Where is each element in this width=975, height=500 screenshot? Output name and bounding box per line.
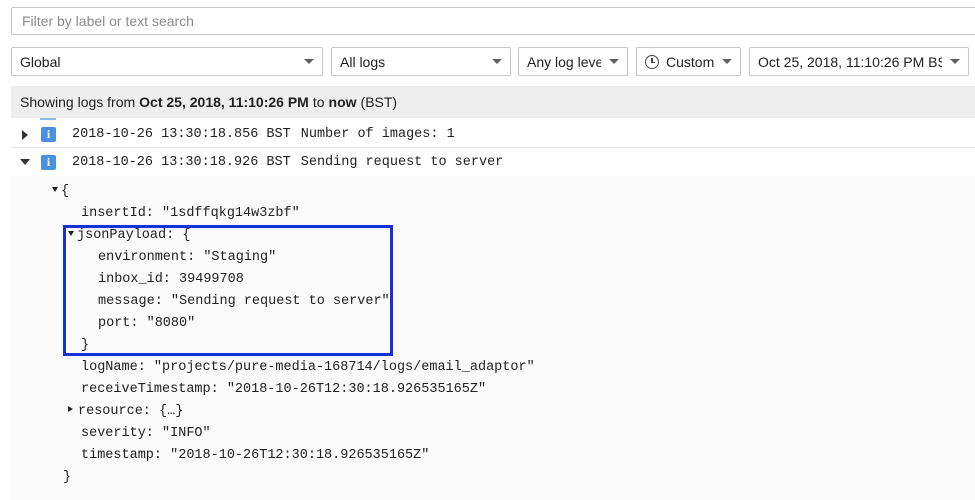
- log-timestamp: 2018-10-26 13:30:18.926 BST: [72, 154, 291, 170]
- log-timestamp: 2018-10-26 13:30:18.856 BST: [72, 127, 291, 142]
- time-range-banner: Showing logs from Oct 25, 2018, 11:10:26…: [11, 86, 975, 118]
- clock-icon: [645, 54, 659, 69]
- time-mode-dropdown-label: Custom: [666, 53, 714, 70]
- log-level-dropdown[interactable]: Any log level: [518, 47, 628, 76]
- resource-dropdown[interactable]: Global: [11, 47, 323, 76]
- chevron-down-icon: [20, 159, 30, 165]
- banner-from: Oct 25, 2018, 11:10:26 PM: [139, 94, 309, 110]
- resource-toggle[interactable]: resource: {…}: [68, 402, 183, 422]
- chevron-down-icon: [304, 59, 314, 64]
- field-environment: environment: "Staging": [98, 250, 277, 265]
- expand-toggle[interactable]: [11, 129, 39, 140]
- logs-dropdown-label: All logs: [340, 53, 386, 70]
- field-port: port: "8080": [98, 316, 196, 331]
- banner-prefix: Showing logs from: [20, 94, 136, 110]
- field-insert-id: insertId: "1sdffqkg14w3zbf": [81, 206, 300, 221]
- resource-dropdown-label: Global: [20, 53, 61, 70]
- scroll-indicator: [40, 118, 56, 120]
- collapse-icon: [68, 230, 74, 236]
- log-message: Number of images: 1: [300, 127, 455, 142]
- time-mode-dropdown[interactable]: Custom: [636, 47, 741, 76]
- json-payload-toggle[interactable]: jsonPayload: {: [68, 226, 190, 246]
- log-message: Sending request to server: [300, 154, 504, 170]
- chevron-right-icon: [22, 129, 28, 140]
- field-log-name: logName: "projects/pure-media-168714/log…: [81, 360, 535, 375]
- chevron-down-icon: [609, 59, 619, 64]
- chevron-down-icon: [492, 59, 502, 64]
- expand-icon: [68, 406, 73, 413]
- info-severity-icon: i: [41, 154, 56, 170]
- collapse-toggle[interactable]: [11, 159, 39, 165]
- time-value-dropdown-label: Oct 25, 2018, 11:10:26 PM BST: [758, 53, 942, 70]
- banner-suffix: (BST): [360, 94, 398, 110]
- field-timestamp: timestamp: "2018-10-26T12:30:18.92653516…: [81, 448, 430, 463]
- log-entry[interactable]: i 2018-10-26 13:30:18.856 BST Number of …: [11, 122, 975, 148]
- collapse-icon: [52, 186, 58, 192]
- json-payload-close: }: [81, 338, 90, 353]
- search-input[interactable]: [11, 7, 975, 35]
- logs-dropdown[interactable]: All logs: [331, 47, 511, 76]
- payload-root-close: }: [63, 470, 72, 485]
- banner-middle: to: [312, 94, 325, 110]
- chevron-down-icon: [722, 59, 732, 64]
- field-message: message: "Sending request to server": [98, 294, 390, 309]
- field-receive-timestamp: receiveTimestamp: "2018-10-26T12:30:18.9…: [81, 382, 487, 397]
- field-inbox-id: inbox_id: 39499708: [98, 272, 244, 287]
- log-entry[interactable]: i 2018-10-26 13:30:18.926 BST Sending re…: [11, 149, 975, 175]
- info-severity-icon: i: [41, 127, 56, 142]
- chevron-down-icon: [950, 59, 960, 64]
- field-severity: severity: "INFO": [81, 426, 211, 441]
- log-level-dropdown-label: Any log level: [527, 53, 601, 70]
- time-value-dropdown[interactable]: Oct 25, 2018, 11:10:26 PM BST: [749, 47, 969, 76]
- banner-to: now: [328, 94, 357, 110]
- payload-root-open[interactable]: {: [52, 182, 69, 202]
